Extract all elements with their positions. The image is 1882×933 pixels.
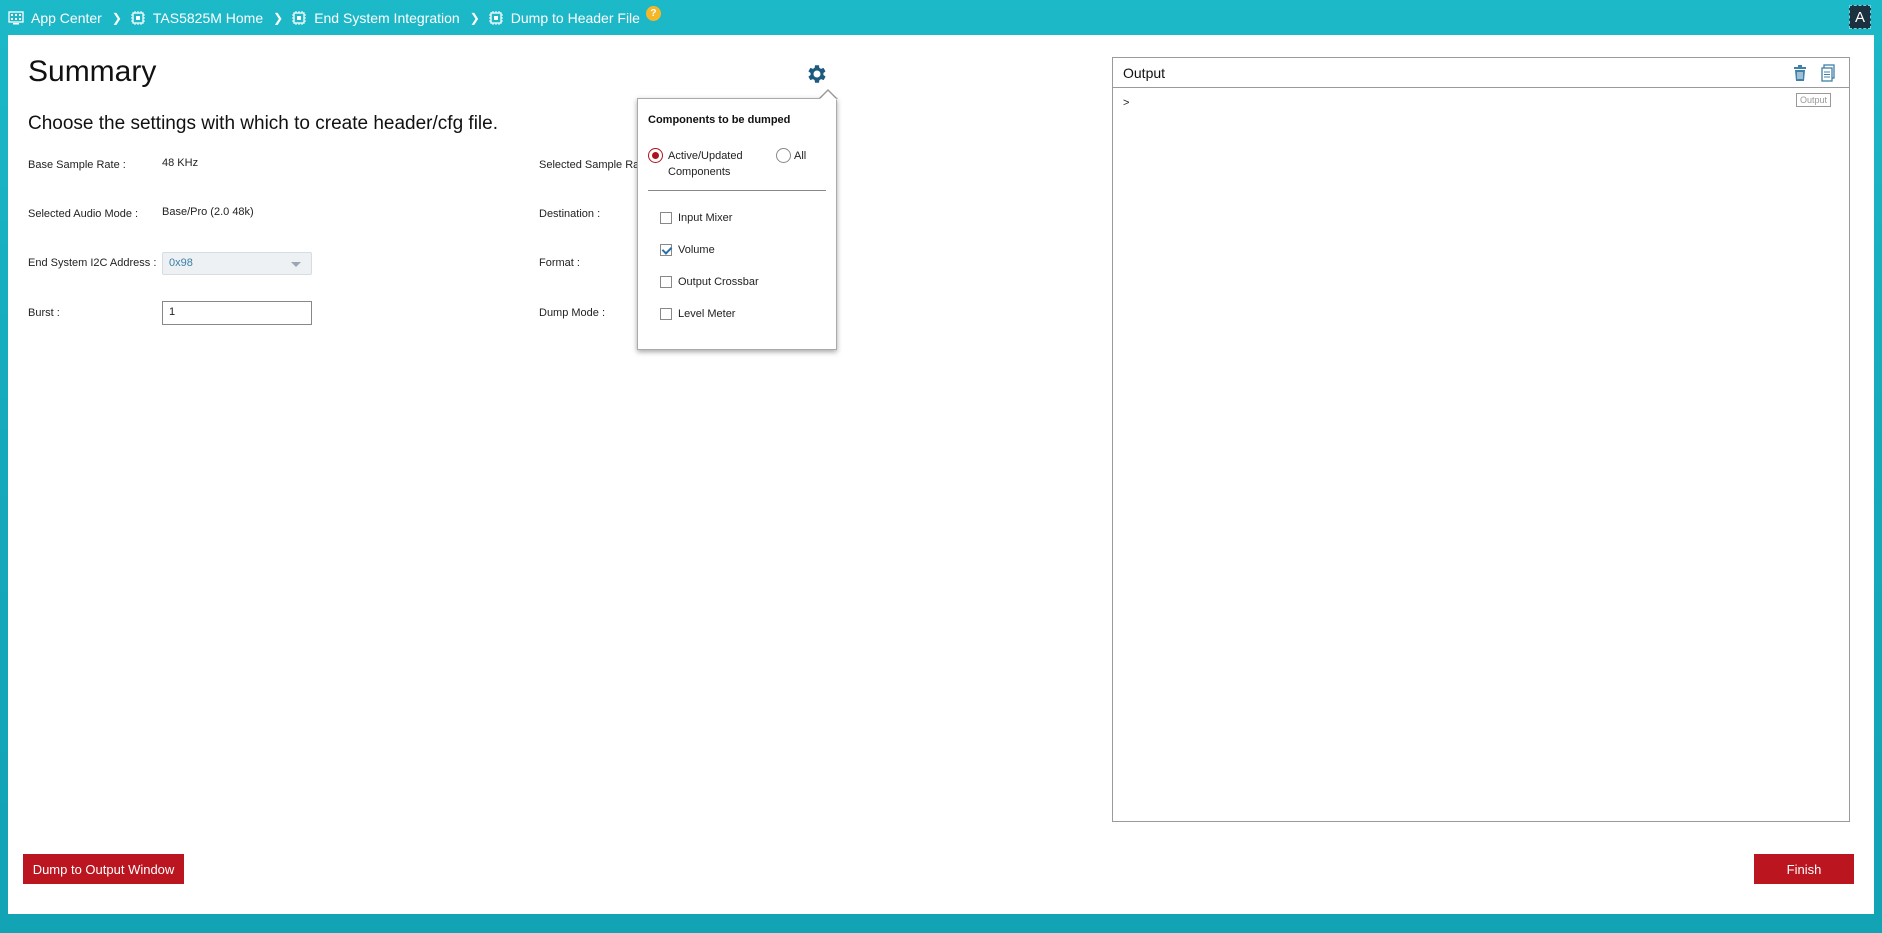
copy-icon[interactable]: [1819, 64, 1837, 82]
trash-icon[interactable]: [1791, 64, 1809, 82]
chip-icon: [292, 11, 307, 25]
component-volume[interactable]: Volume: [660, 244, 715, 256]
base-sample-rate-label: Base Sample Rate :: [28, 159, 126, 171]
avatar[interactable]: A: [1849, 5, 1871, 29]
radio-button-all[interactable]: [776, 148, 791, 163]
breadcrumb-app-center[interactable]: App Center: [8, 10, 102, 26]
page-subtitle: Choose the settings with which to create…: [28, 113, 498, 134]
radio-label-active-updated: Active/Updated Components: [668, 150, 743, 178]
chip-icon: [130, 11, 145, 25]
selected-sample-rate-label: Selected Sample Ra: [539, 159, 640, 171]
popup-title: Components to be dumped: [648, 114, 791, 126]
breadcrumb-label: End System Integration: [314, 10, 460, 26]
components-popup: Components to be dumped Active/Updated C…: [637, 98, 837, 350]
output-header: Output: [1113, 58, 1849, 88]
component-level-meter[interactable]: Level Meter: [660, 308, 735, 320]
breadcrumb: App Center ❯ TAS5825M Home ❯ End System …: [0, 0, 1882, 36]
output-title: Output: [1123, 65, 1166, 81]
dump-to-output-button[interactable]: Dump to Output Window: [23, 854, 184, 884]
page-title: Summary: [28, 55, 157, 88]
i2c-address-label: End System I2C Address :: [28, 257, 157, 269]
help-icon[interactable]: ?: [645, 5, 661, 21]
checkbox-input-mixer[interactable]: [660, 212, 672, 224]
i2c-address-value: 0x98: [169, 257, 193, 269]
breadcrumb-label: Dump to Header File: [510, 10, 640, 26]
grid-icon: [8, 11, 24, 25]
chevron-right-icon: ❯: [469, 11, 480, 25]
breadcrumb-end-system-integration[interactable]: End System Integration: [291, 10, 460, 26]
checkbox-label: Output Crossbar: [678, 276, 759, 288]
checkbox-label: Volume: [678, 244, 715, 256]
main-panel: Summary Choose the settings with which t…: [8, 35, 1874, 914]
component-input-mixer[interactable]: Input Mixer: [660, 212, 732, 224]
chevron-down-icon: [291, 262, 301, 267]
breadcrumb-tas5825m-home[interactable]: TAS5825M Home: [130, 10, 263, 26]
component-output-crossbar[interactable]: Output Crossbar: [660, 276, 759, 288]
chevron-right-icon: ❯: [273, 11, 284, 25]
checkbox-output-crossbar[interactable]: [660, 276, 672, 288]
radio-all[interactable]: All: [776, 148, 806, 164]
output-tag: Output: [1795, 93, 1831, 107]
output-prompt: >: [1123, 97, 1130, 109]
chevron-right-icon: ❯: [111, 11, 122, 25]
breadcrumb-label: TAS5825M Home: [152, 10, 264, 26]
checkbox-level-meter[interactable]: [660, 308, 672, 320]
radio-label-all: All: [794, 150, 807, 162]
radio-active-updated[interactable]: Active/Updated Components: [648, 148, 743, 180]
selected-audio-mode-value: Base/Pro (2.0 48k): [162, 206, 254, 218]
dump-mode-label: Dump Mode :: [539, 307, 606, 319]
i2c-address-select[interactable]: 0x98: [162, 252, 312, 275]
destination-label: Destination :: [539, 208, 601, 220]
gear-icon[interactable]: [805, 62, 829, 86]
chip-icon: [488, 11, 503, 25]
burst-label: Burst :: [28, 307, 60, 319]
finish-button[interactable]: Finish: [1754, 854, 1854, 884]
format-label: Format :: [539, 257, 580, 269]
burst-input[interactable]: 1: [162, 301, 312, 325]
checkbox-label: Level Meter: [678, 308, 736, 320]
base-sample-rate-value: 48 KHz: [162, 157, 199, 169]
radio-button-active-updated[interactable]: [648, 148, 663, 163]
breadcrumb-dump-to-header-file[interactable]: Dump to Header File: [488, 10, 640, 26]
output-window: Output > Output: [1112, 57, 1850, 822]
selected-audio-mode-label: Selected Audio Mode :: [28, 208, 139, 220]
checkbox-volume[interactable]: [660, 244, 672, 256]
breadcrumb-label: App Center: [31, 10, 102, 26]
popup-arrow-inner: [819, 91, 837, 100]
checkbox-label: Input Mixer: [678, 212, 733, 224]
divider: [648, 190, 826, 191]
